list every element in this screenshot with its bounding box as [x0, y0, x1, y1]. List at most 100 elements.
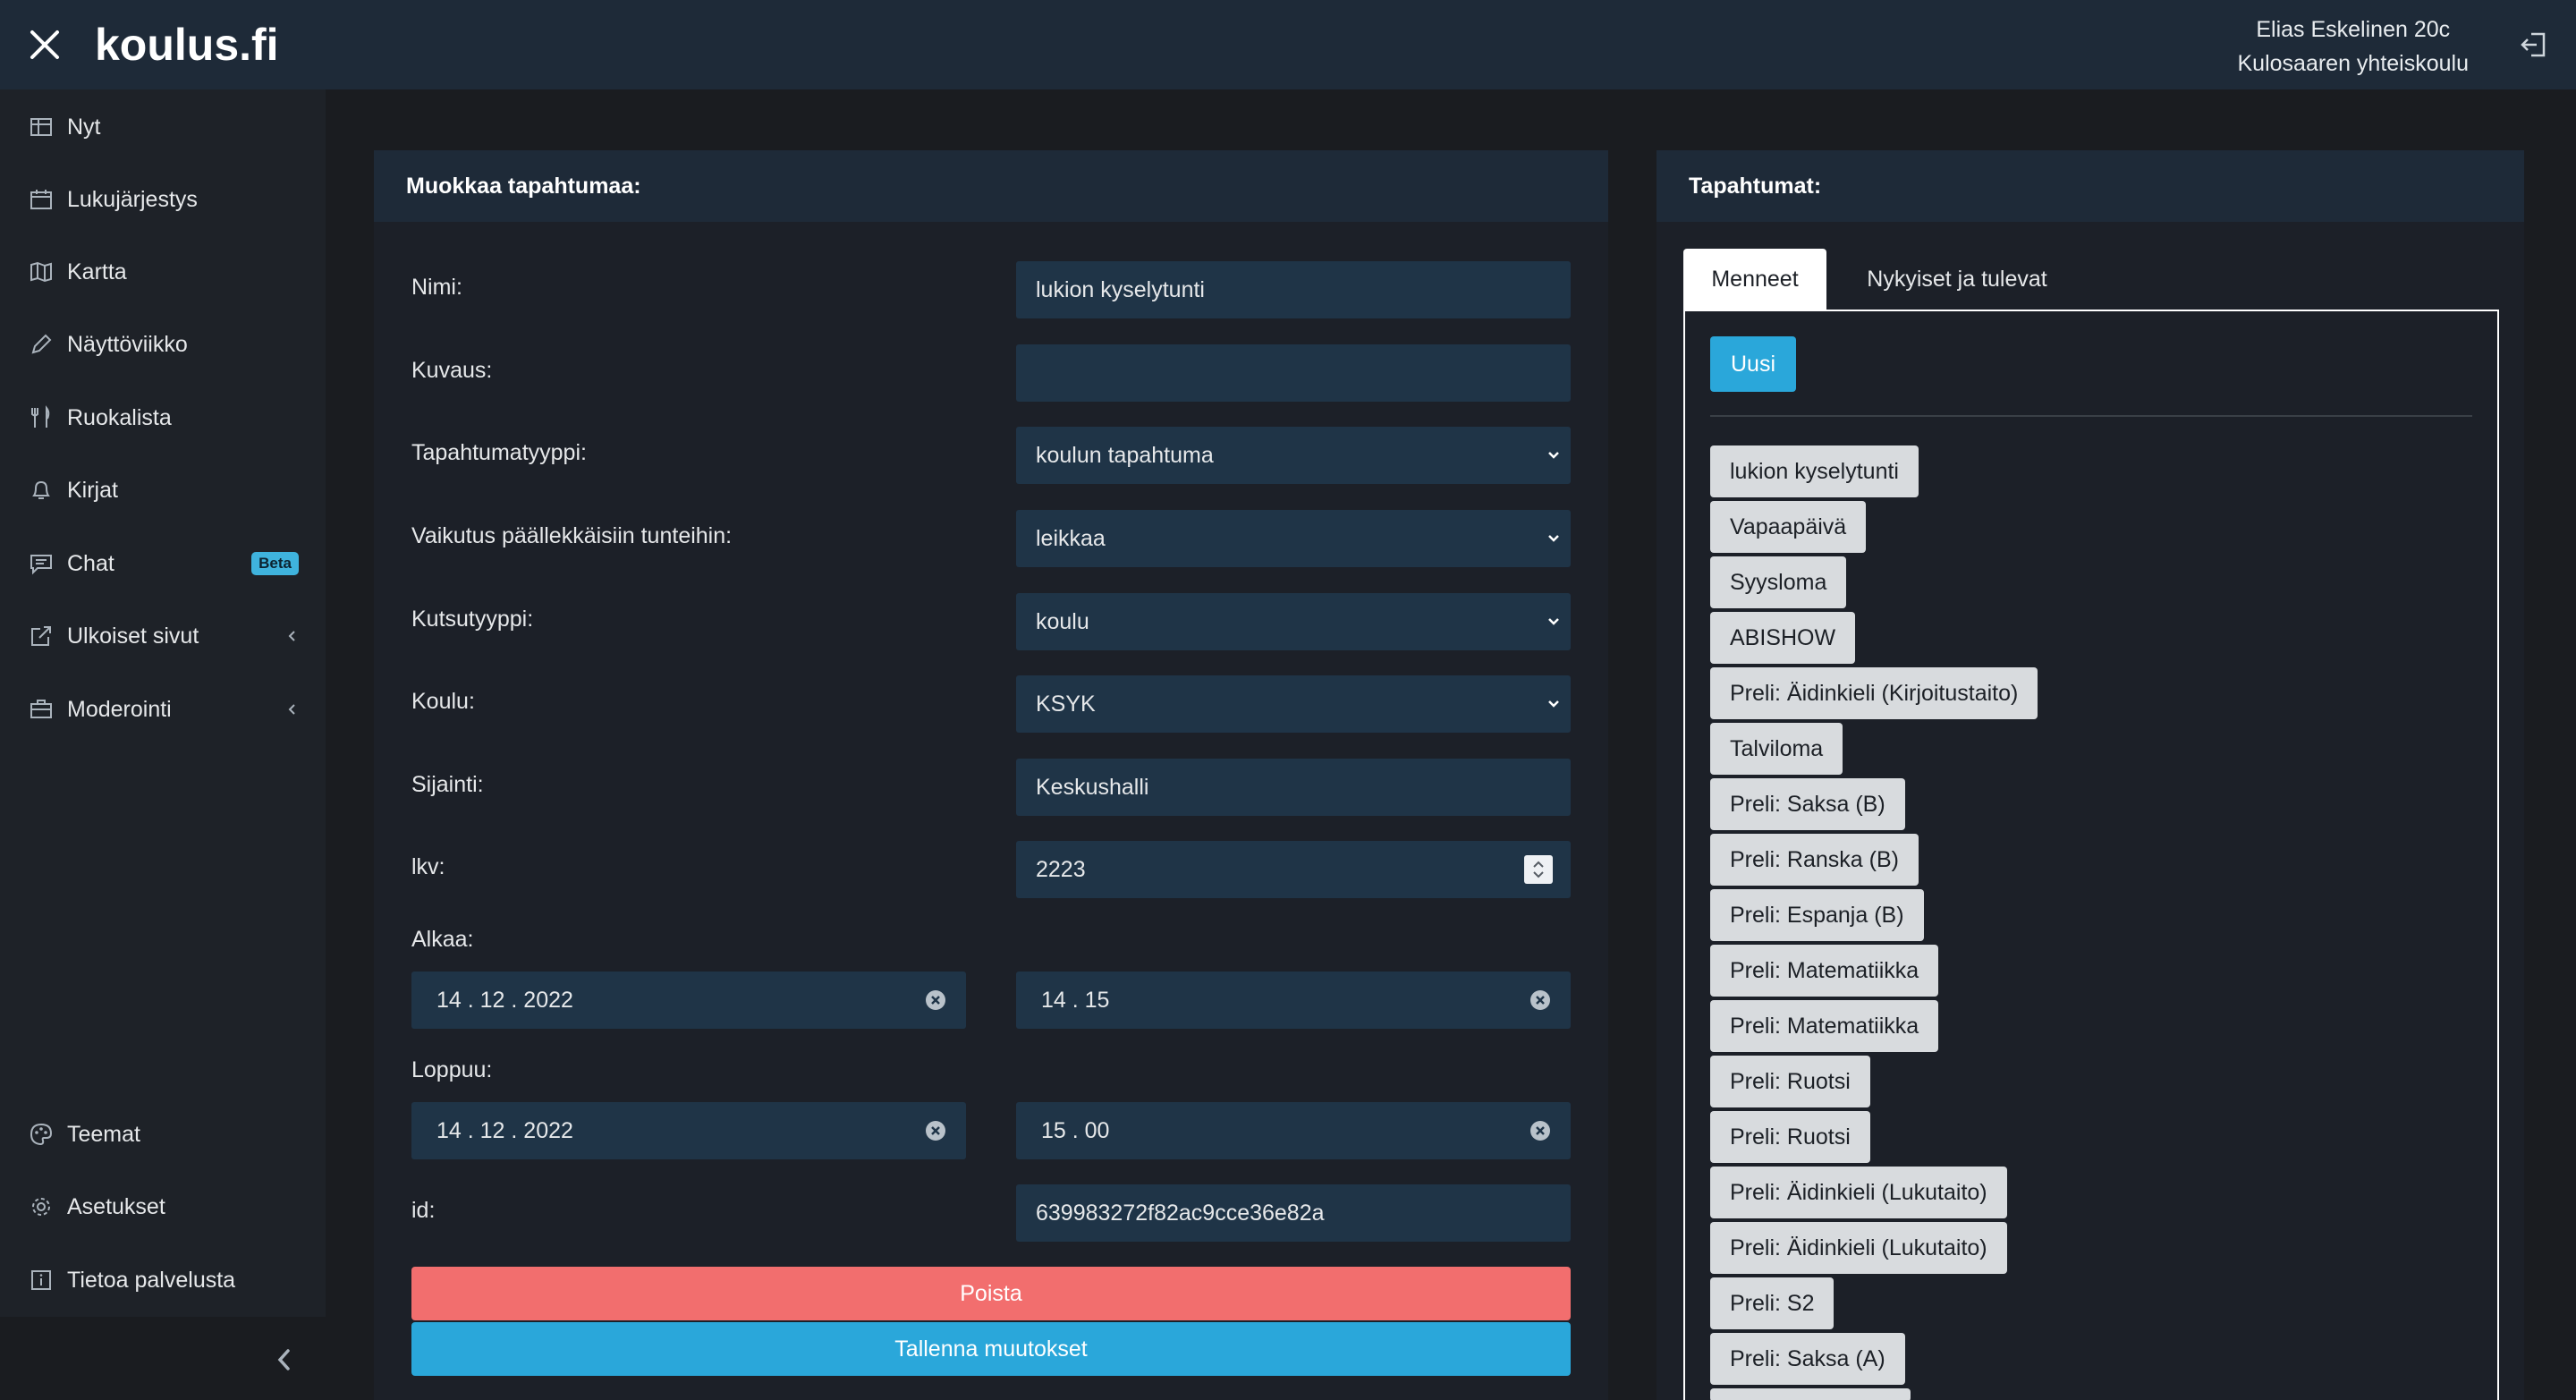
overlap-effect-label: Vaikutus päällekkäisiin tunteihin: — [411, 523, 733, 548]
sidebar-item-label: Kirjat — [67, 477, 118, 503]
sidebar-item-asetukset[interactable]: Asetukset — [0, 1175, 326, 1238]
description-input[interactable] — [1016, 344, 1571, 402]
start-time-input[interactable]: 14 . 15 — [1016, 972, 1571, 1029]
chevron-down-icon — [1548, 700, 1559, 708]
clear-icon[interactable] — [1530, 989, 1551, 1011]
description-label: Kuvaus: — [411, 358, 493, 383]
location-input[interactable]: Keskushalli — [1016, 759, 1571, 816]
pencil-icon — [31, 334, 52, 354]
event-item[interactable]: Preli: Ruotsi — [1710, 1111, 1870, 1163]
sidebar-item-tietoa-palvelusta[interactable]: Tietoa palvelusta — [0, 1249, 326, 1311]
sidebar-item-chat[interactable]: Chat Beta — [0, 532, 326, 595]
event-item[interactable]: Preli: Äidinkieli (Lukutaito) — [1710, 1222, 2007, 1274]
event-item[interactable]: ABISHOW — [1710, 612, 1856, 664]
sidebar-item-ulkoiset-sivut[interactable]: Ulkoiset sivut — [0, 605, 326, 667]
bell-icon — [32, 480, 50, 499]
logout-icon — [2521, 32, 2546, 57]
logout-button[interactable] — [2519, 29, 2551, 61]
tab-menneet[interactable]: Menneet — [1683, 249, 1826, 310]
cutlery-icon — [31, 405, 50, 428]
sidebar-item-nyt[interactable]: Nyt — [0, 96, 326, 158]
end-time-input[interactable]: 15 . 00 — [1016, 1102, 1571, 1159]
event-item[interactable]: Vapaapäivä — [1710, 501, 1867, 553]
count-input[interactable]: 2223 — [1016, 841, 1571, 898]
sidebar-item-ruokalista[interactable]: Ruokalista — [0, 386, 326, 449]
event-item[interactable]: Preli: Saksa (B) — [1710, 778, 1905, 830]
tab-nykyiset-ja-tulevat[interactable]: Nykyiset ja tulevat — [1830, 249, 2084, 310]
user-info: Elias Eskelinen 20c Kulosaaren yhteiskou… — [2238, 13, 2470, 81]
invite-type-value: koulu — [1036, 608, 1089, 634]
top-bar: koulus.fi Elias Eskelinen 20c Kulosaaren… — [0, 0, 2576, 89]
new-event-button[interactable]: Uusi — [1710, 336, 1796, 392]
count-label: lkv: — [411, 854, 445, 879]
event-item[interactable]: Preli: Äidinkieli (Kirjoitustaito) — [1710, 667, 2038, 719]
school-select[interactable]: KSYK — [1016, 675, 1571, 733]
start-date-input[interactable]: 14 . 12 . 2022 — [411, 972, 966, 1029]
invite-type-select[interactable]: koulu — [1016, 593, 1571, 650]
divider — [1710, 415, 2472, 417]
sidebar-item-teemat[interactable]: Teemat — [0, 1103, 326, 1166]
briefcase-icon — [30, 700, 52, 718]
app-logo[interactable]: koulus.fi — [95, 16, 279, 73]
chevron-left-icon — [277, 1349, 290, 1370]
event-type-value: koulun tapahtuma — [1036, 442, 1214, 468]
event-item[interactable]: Preli: S2 — [1710, 1277, 1835, 1329]
event-item[interactable]: Preli: Ruotsi — [1710, 1056, 1870, 1107]
palette-icon — [30, 1123, 53, 1146]
panel-title: Tapahtumat: — [1657, 150, 2524, 222]
event-item[interactable]: Syysloma — [1710, 556, 1847, 608]
table-icon — [30, 118, 52, 136]
main-content: Muokkaa tapahtumaa: Nimi: lukion kyselyt… — [326, 89, 2571, 1400]
user-name: Elias Eskelinen 20c — [2256, 17, 2451, 42]
sidebar-item-label: Ruokalista — [67, 404, 172, 430]
start-label: Alkaa: — [411, 927, 474, 952]
chevron-left-icon — [288, 631, 295, 641]
event-item[interactable]: Preli: Ranska (B) — [1710, 834, 1919, 886]
invite-type-label: Kutsutyyppi: — [411, 607, 534, 632]
sidebar-item-kirjat[interactable]: Kirjat — [0, 459, 326, 522]
sidebar-item-label: Asetukset — [67, 1193, 165, 1219]
name-input[interactable]: lukion kyselytunti — [1016, 261, 1571, 318]
overlap-effect-select[interactable]: leikkaa — [1016, 510, 1571, 567]
sidebar-item-lukujarjestys[interactable]: Lukujärjestys — [0, 168, 326, 231]
event-item[interactable]: Preli: Saksa (A) — [1710, 1333, 1905, 1385]
event-item[interactable]: Preli: Äidinkieli (Lukutaito) — [1710, 1167, 2007, 1218]
clear-icon[interactable] — [925, 989, 946, 1011]
spinner-icon[interactable] — [1524, 855, 1553, 884]
save-button[interactable]: Tallenna muutokset — [411, 1322, 1571, 1376]
event-item-partial[interactable] — [1710, 1388, 1911, 1400]
event-item[interactable]: Preli: Matematiikka — [1710, 1000, 1939, 1052]
end-date-input[interactable]: 14 . 12 . 2022 — [411, 1102, 966, 1159]
sidebar-item-label: Tietoa palvelusta — [67, 1267, 236, 1293]
info-icon — [31, 1270, 51, 1290]
sidebar-item-label: Chat — [67, 550, 114, 576]
close-menu-button[interactable] — [23, 23, 66, 66]
external-link-icon — [31, 626, 51, 646]
event-item[interactable]: Talviloma — [1710, 723, 1843, 775]
count-value: 2223 — [1036, 856, 1086, 882]
id-input[interactable]: 639983272f82ac9cce36e82a — [1016, 1184, 1571, 1242]
sidebar-item-label: Kartta — [67, 259, 127, 284]
clear-icon[interactable] — [925, 1120, 946, 1141]
end-time-value: 15 . 00 — [1041, 1117, 1110, 1143]
sidebar-item-nayttoviikko[interactable]: Näyttöviikko — [0, 313, 326, 376]
sidebar: Nyt Lukujärjestys Kartta Näyttöviikko Ru… — [0, 89, 326, 1400]
event-item[interactable]: Preli: Espanja (B) — [1710, 889, 1924, 941]
event-type-select[interactable]: koulun tapahtuma — [1016, 427, 1571, 484]
event-item[interactable]: lukion kyselytunti — [1710, 445, 1919, 497]
sidebar-item-moderointi[interactable]: Moderointi — [0, 678, 326, 741]
start-time-value: 14 . 15 — [1041, 987, 1110, 1013]
school-value: KSYK — [1036, 691, 1096, 717]
sidebar-item-label: Teemat — [67, 1121, 140, 1147]
sidebar-collapse-button[interactable] — [0, 1317, 326, 1400]
school-name: Kulosaaren yhteiskoulu — [2237, 51, 2470, 76]
event-item[interactable]: Preli: Matematiikka — [1710, 945, 1939, 997]
end-label: Loppuu: — [411, 1057, 493, 1082]
name-label: Nimi: — [411, 275, 462, 300]
sidebar-item-kartta[interactable]: Kartta — [0, 241, 326, 303]
delete-button[interactable]: Poista — [411, 1267, 1571, 1320]
location-label: Sijainti: — [411, 772, 484, 797]
clear-icon[interactable] — [1530, 1120, 1551, 1141]
sidebar-item-label: Moderointi — [67, 696, 172, 722]
edit-event-panel: Muokkaa tapahtumaa: Nimi: lukion kyselyt… — [374, 150, 1608, 1400]
